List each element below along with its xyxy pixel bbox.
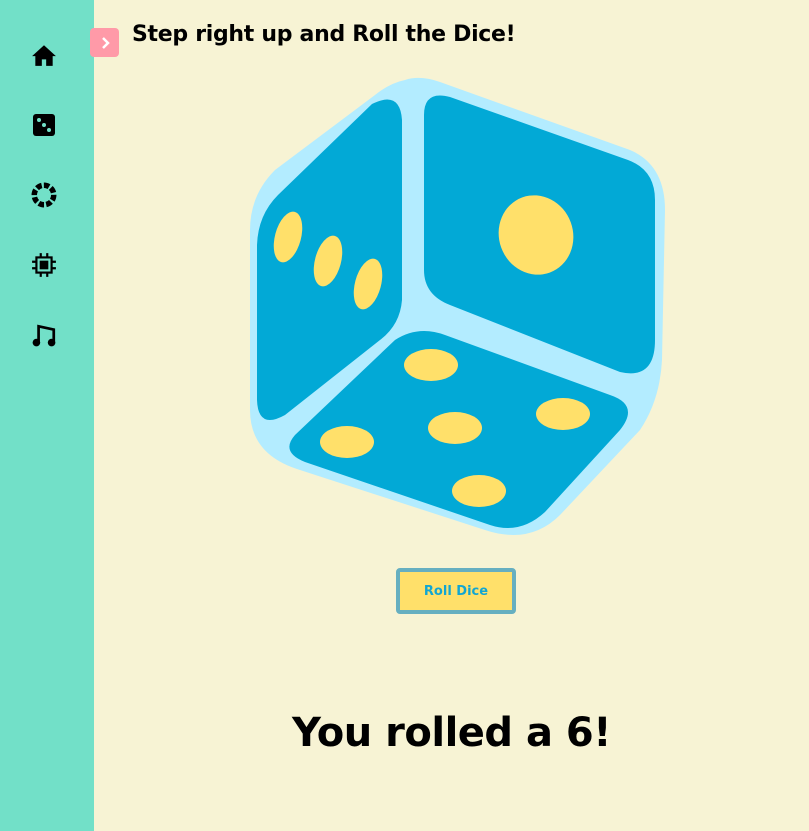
roll-dice-button[interactable]: Roll Dice — [396, 568, 516, 614]
roll-result: You rolled a 6! — [292, 710, 611, 756]
dice-image — [250, 77, 665, 536]
